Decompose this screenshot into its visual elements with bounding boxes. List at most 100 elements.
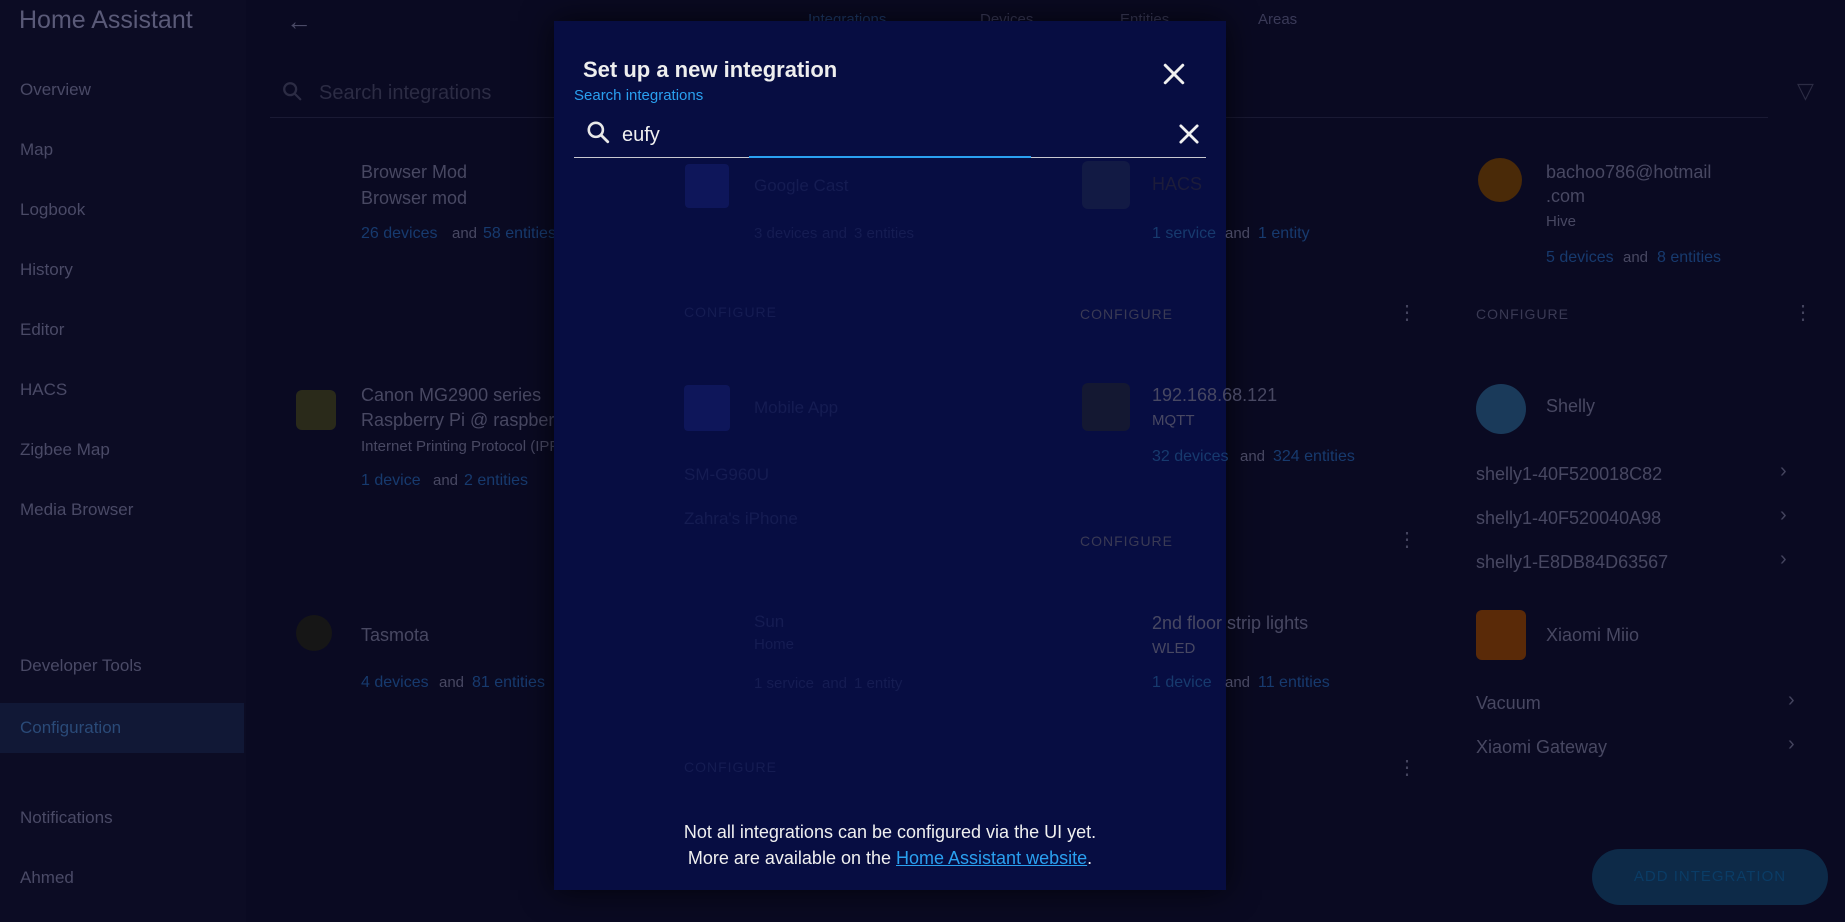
card-led-sub: WLED (1152, 640, 1196, 657)
background-search-input[interactable]: Search integrations (319, 82, 491, 105)
card-google-cast-entities[interactable]: 3 entities (854, 225, 914, 242)
card-shelly-item-1[interactable]: shelly1-40F520018C82 (1476, 464, 1662, 485)
card-mobile-app-name: Mobile App (754, 398, 839, 417)
card-canon-devices-link[interactable]: 1 device (361, 472, 421, 490)
sidebar-item-hacs[interactable]: HACS (20, 380, 67, 400)
sidebar-item-logbook[interactable]: Logbook (20, 200, 85, 220)
hacs-logo (1082, 161, 1130, 209)
card-tasmota-name: Tasmota (361, 625, 430, 645)
card-led-menu-icon[interactable]: ⋮ (1397, 755, 1417, 780)
card-ip-device-entities-link[interactable]: 324 entities (1273, 448, 1355, 466)
card-canon-sub: Raspberry Pi @ raspberrypi (361, 410, 584, 430)
card-browser-mod-devices-link[interactable]: 26 devices (361, 225, 438, 243)
card-canon-sub2: Internet Printing Protocol (IPP) (361, 438, 565, 455)
sidebar-item-media-browser[interactable]: Media Browser (20, 500, 133, 520)
card-led-entities-link[interactable]: 11 entities (1258, 674, 1330, 692)
card-xiaomi-name: Xiaomi Miio (1546, 625, 1640, 645)
sidebar-item-user[interactable]: Ahmed (20, 868, 74, 888)
card-ip-device-name: 192.168.68.121 (1152, 385, 1278, 405)
card-sun-name: Sun (754, 612, 785, 631)
card-browser-mod-entities-link[interactable]: 58 entities (483, 225, 556, 243)
clear-search-icon[interactable] (1175, 120, 1203, 148)
card-tasmota-and: and (439, 674, 465, 691)
footer-line-2: More are available on the Home Assistant… (554, 848, 1226, 869)
chevron-right-icon: › (1788, 733, 1795, 755)
sidebar-item-editor[interactable]: Editor (20, 320, 64, 340)
card-led-and: and (1225, 674, 1251, 691)
add-integration-button[interactable]: ADD INTEGRATION (1592, 849, 1828, 905)
card-user-email-menu-icon[interactable]: ⋮ (1793, 300, 1813, 325)
card-hacs-and: and (1225, 225, 1251, 242)
footer-line-1: Not all integrations can be configured v… (683, 822, 1097, 842)
card-user-email-name-2: .com (1546, 186, 1586, 206)
app-title: Home Assistant (19, 6, 193, 34)
card-user-email-name: bachoo786@hotmail (1546, 162, 1712, 182)
card-sun-devices[interactable]: 1 service (754, 675, 814, 692)
card-user-email-configure[interactable]: CONFIGURE (1476, 306, 1569, 322)
card-hacs-entities-link[interactable]: 1 entity (1258, 225, 1310, 243)
sidebar-item-map[interactable]: Map (20, 140, 53, 160)
dialog-close-icon[interactable] (1159, 59, 1189, 89)
card-tasmota-entities-link[interactable]: 81 entities (472, 674, 545, 692)
card-led-name: 2nd floor strip lights (1152, 613, 1309, 633)
card-hacs-configure[interactable]: CONFIGURE (1080, 306, 1173, 322)
sidebar-item-developer-tools[interactable]: Developer Tools (20, 656, 142, 676)
card-xiaomi-item-1[interactable]: Vacuum (1476, 693, 1541, 714)
card-browser-mod-and: and (452, 225, 478, 242)
search-input[interactable] (622, 121, 1122, 149)
search-field-label: Search integrations (574, 87, 704, 104)
card-hacs-menu-icon[interactable]: ⋮ (1397, 300, 1417, 325)
sidebar-item-history[interactable]: History (20, 260, 73, 280)
card-google-cast-name: Google Cast (754, 176, 849, 195)
canon-logo (296, 390, 336, 430)
sidebar-item-overview[interactable]: Overview (20, 80, 91, 100)
card-user-email-devices-link[interactable]: 5 devices (1546, 249, 1614, 267)
google-cast-logo (685, 164, 729, 208)
card-user-email-sub: Hive (1546, 213, 1577, 230)
card-google-cast-and: and (822, 225, 848, 242)
footer-suffix: . (1087, 848, 1093, 868)
card-user-email-entities-link[interactable]: 8 entities (1657, 249, 1721, 267)
search-focus-indicator (749, 156, 1031, 158)
chevron-right-icon: › (1780, 504, 1787, 526)
hive-logo (1478, 158, 1522, 202)
card-browser-mod-name: Browser Mod (361, 162, 468, 182)
card-tasmota-devices-link[interactable]: 4 devices (361, 674, 429, 692)
card-canon-name: Canon MG2900 series (361, 385, 542, 405)
back-arrow-icon[interactable]: ← (286, 6, 312, 37)
card-ip-device-and: and (1240, 448, 1266, 465)
card-sun-entities[interactable]: 1 entity (854, 675, 902, 692)
card-mobile-app-item-2[interactable]: Zahra's iPhone (684, 509, 798, 529)
card-hacs-name: HACS (1152, 174, 1203, 194)
card-sun-sub: Home (754, 636, 795, 653)
card-canon-entities-link[interactable]: 2 entities (464, 472, 528, 490)
filter-icon[interactable]: ▽ (1797, 78, 1814, 104)
card-google-cast-devices[interactable]: 3 devices (754, 225, 817, 242)
card-sun-configure[interactable]: CONFIGURE (684, 759, 777, 775)
new-integration-dialog: Set up a new integration Search integrat… (554, 21, 1226, 890)
sidebar-item-zigbee-map[interactable]: Zigbee Map (20, 440, 110, 460)
card-mobile-app-item-1[interactable]: SM-G960U (684, 465, 769, 485)
home-assistant-website-link[interactable]: Home Assistant website (896, 848, 1087, 868)
chevron-right-icon: › (1780, 460, 1787, 482)
sidebar: Home Assistant Overview Map Logbook Hist… (0, 0, 246, 922)
card-google-cast-configure[interactable]: CONFIGURE (684, 304, 777, 320)
chevron-right-icon: › (1788, 689, 1795, 711)
card-led-devices-link[interactable]: 1 device (1152, 674, 1212, 692)
mqtt-logo (1082, 383, 1130, 431)
card-ip-device-menu-icon[interactable]: ⋮ (1397, 527, 1417, 552)
tasmota-logo (296, 615, 332, 651)
tab-areas[interactable]: Areas (1258, 11, 1297, 28)
sidebar-item-configuration[interactable]: Configuration (0, 703, 244, 753)
card-hacs-devices-link[interactable]: 1 service (1152, 225, 1216, 243)
sidebar-item-notifications[interactable]: Notifications (20, 808, 113, 828)
background-search-icon (283, 82, 302, 101)
card-browser-mod-sub: Browser mod (361, 188, 468, 208)
card-ip-device-devices-link[interactable]: 32 devices (1152, 448, 1229, 466)
card-shelly-item-3[interactable]: shelly1-E8DB84D63567 (1476, 552, 1668, 573)
chevron-right-icon: › (1780, 548, 1787, 570)
card-ip-device-configure[interactable]: CONFIGURE (1080, 533, 1173, 549)
card-shelly-item-2[interactable]: shelly1-40F520040A98 (1476, 508, 1661, 529)
xiaomi-logo (1476, 610, 1526, 660)
card-xiaomi-item-2[interactable]: Xiaomi Gateway (1476, 737, 1607, 758)
